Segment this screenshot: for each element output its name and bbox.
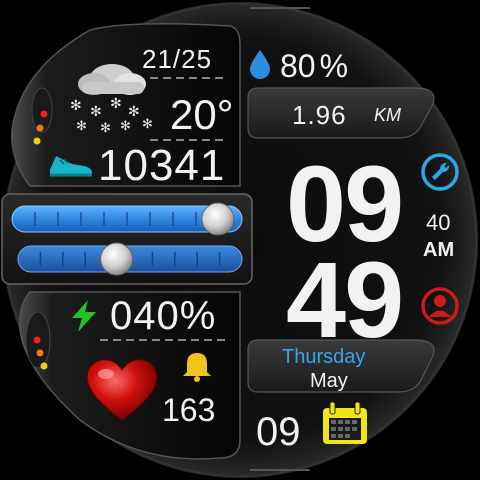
settings-shortcut-button[interactable]: [420, 152, 460, 192]
slider-top[interactable]: [11, 202, 243, 236]
wrench-icon: [421, 153, 459, 191]
time-seconds: 40: [426, 210, 451, 235]
profile-shortcut-button[interactable]: [420, 286, 460, 326]
user-icon: [421, 287, 459, 325]
bell-icon: [180, 350, 214, 382]
watch-face: 21/25 ✻ ✻ ✻ ✻ ✻ ✻ ✻ ✻ 20° 10341 040% 163…: [0, 0, 480, 480]
date-weekday: Thursday: [282, 346, 366, 368]
distance-unit: KM: [374, 105, 401, 125]
battery-level: 040%: [110, 294, 217, 338]
bolt-icon: [66, 298, 102, 334]
time-ampm: AM: [423, 239, 455, 261]
humidity-value: 80: [280, 48, 316, 84]
slider-top-knob[interactable]: [201, 202, 235, 236]
sliders-group: [11, 202, 243, 276]
drop-icon: [248, 48, 272, 80]
time-minutes: 49: [286, 239, 404, 360]
date-day: 09: [256, 410, 301, 454]
date-month: May: [310, 370, 348, 392]
distance-value: 1.96: [292, 100, 347, 130]
slider-bottom-knob[interactable]: [100, 242, 134, 276]
humidity-readout: 80%: [280, 50, 348, 82]
heart-icon[interactable]: [84, 354, 160, 424]
humidity-unit: %: [319, 48, 349, 84]
notifications-count: 163: [162, 392, 216, 428]
slider-bottom[interactable]: [17, 242, 243, 276]
calendar-icon[interactable]: [320, 400, 370, 446]
